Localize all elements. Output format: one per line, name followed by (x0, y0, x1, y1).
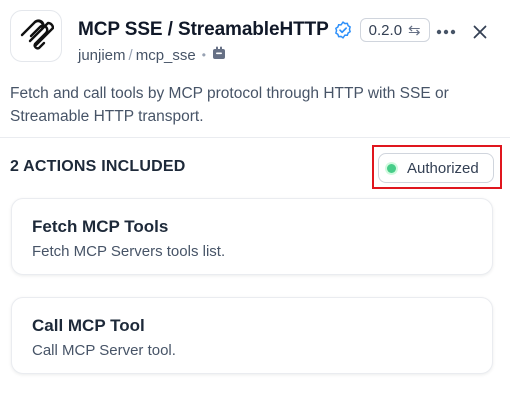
author-row: junjiem / mcp_sse • (78, 46, 226, 64)
plugin-title: MCP SSE / StreamableHTTP (78, 19, 329, 40)
package-name: mcp_sse (135, 46, 196, 64)
version-label: 0.2.0 (368, 21, 403, 39)
action-title: Fetch MCP Tools (32, 217, 169, 236)
action-card-fetch-mcp-tools[interactable]: Fetch MCP Tools Fetch MCP Servers tools … (11, 198, 493, 275)
plugin-header: MCP SSE / StreamableHTTP 0.2.0 ⇆ junjiem… (10, 10, 500, 72)
package-icon (212, 46, 226, 64)
action-description: Call MCP Server tool. (32, 342, 176, 359)
actions-section-title: 2 ACTIONS INCLUDED (10, 158, 186, 175)
mcp-logo-icon (10, 10, 62, 62)
action-title: Call MCP Tool (32, 316, 145, 335)
verified-badge-icon (334, 21, 352, 39)
highlight-box (372, 145, 502, 189)
close-icon[interactable] (468, 20, 492, 44)
path-separator: / (128, 46, 133, 64)
version-selector[interactable]: 0.2.0 ⇆ (359, 18, 430, 42)
more-icon[interactable] (432, 22, 460, 42)
action-card-call-mcp-tool[interactable]: Call MCP Tool Call MCP Server tool. (11, 297, 493, 374)
plugin-description: Fetch and call tools by MCP protocol thr… (10, 85, 449, 125)
swap-icon: ⇆ (408, 22, 421, 39)
action-description: Fetch MCP Servers tools list. (32, 243, 226, 260)
title-row: MCP SSE / StreamableHTTP 0.2.0 ⇆ (78, 16, 430, 44)
divider (0, 137, 510, 138)
author-name: junjiem (78, 46, 126, 64)
dot-separator: • (201, 48, 206, 62)
